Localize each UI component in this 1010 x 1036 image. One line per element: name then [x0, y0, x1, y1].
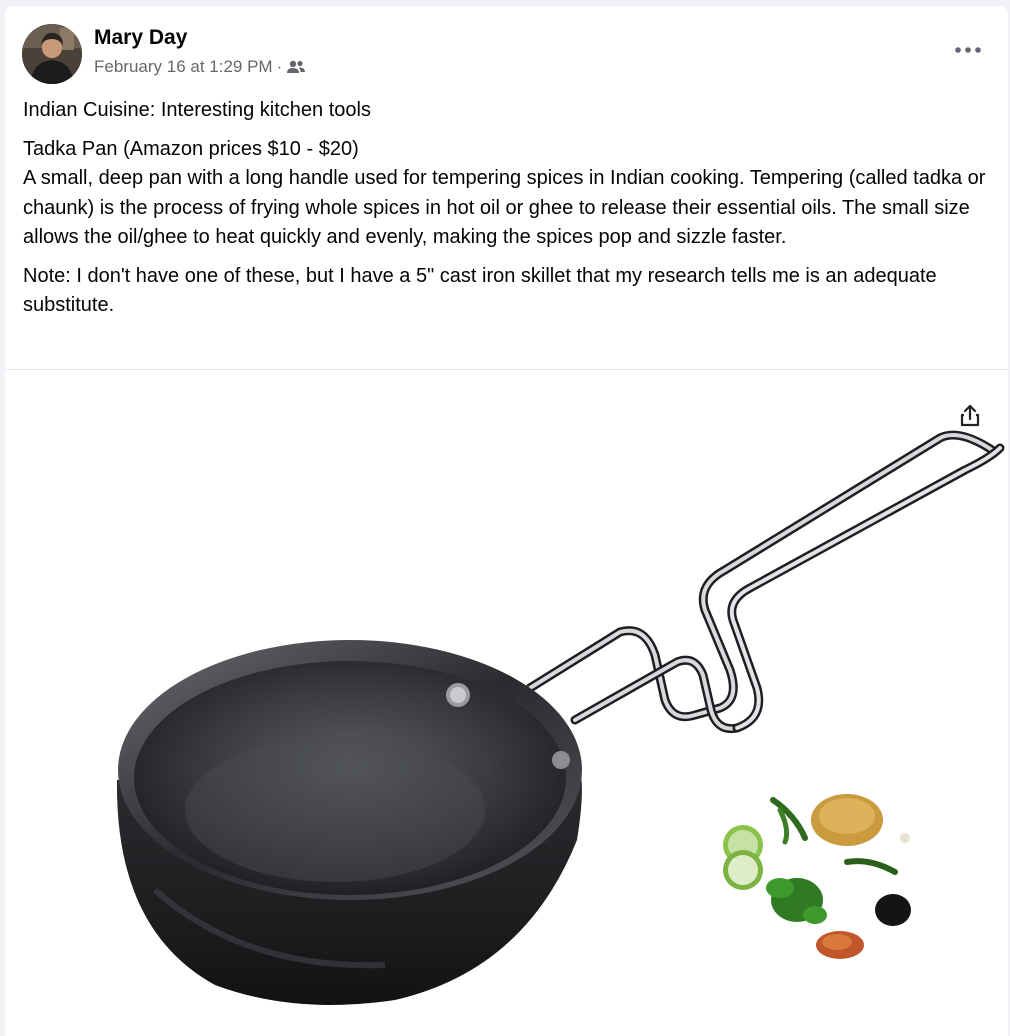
meta-separator: · — [276, 57, 283, 76]
tadka-pan-photo — [5, 370, 1008, 1036]
share-icon[interactable] — [954, 400, 986, 432]
post-title-line: Indian Cuisine: Interesting kitchen tool… — [23, 99, 371, 121]
post-photo[interactable] — [5, 370, 1008, 1036]
post-timestamp[interactable]: February 16 at 1:29 PM — [94, 57, 273, 77]
post-card: Mary Day February 16 at 1:29 PM · Indian — [5, 6, 1008, 1036]
post-description: Tadka Pan (Amazon prices $10 - $20) A sma… — [23, 135, 993, 253]
post-text: Indian Cuisine: Interesting kitchen tool… — [23, 96, 993, 330]
author-avatar[interactable] — [22, 24, 82, 84]
post-explanation: A small, deep pan with a long handle use… — [23, 167, 986, 248]
friends-icon[interactable] — [286, 59, 306, 75]
post-product-line: Tadka Pan (Amazon prices $10 - $20) — [23, 137, 359, 160]
more-horizontal-icon — [955, 47, 981, 53]
author-name[interactable]: Mary Day — [94, 26, 187, 50]
profile-photo-icon — [22, 24, 82, 84]
more-options-button[interactable] — [950, 36, 986, 64]
post-note: Note: I don't have one of these, but I h… — [23, 264, 937, 317]
post-meta: February 16 at 1:29 PM · — [94, 57, 306, 77]
post-header: Mary Day February 16 at 1:29 PM · — [5, 6, 1008, 86]
